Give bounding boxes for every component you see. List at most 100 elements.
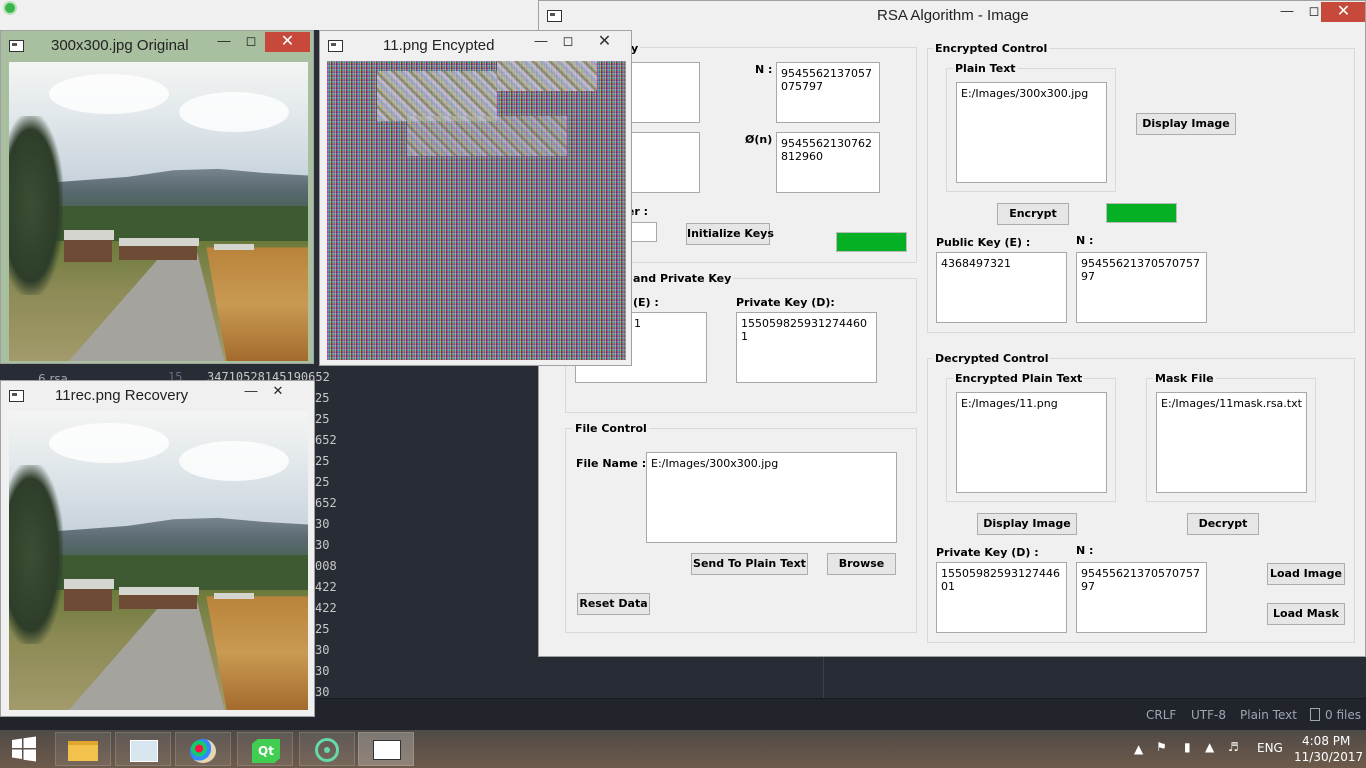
roof [214,244,254,250]
plain-text-group-label: Plain Text [953,62,1018,75]
atom-icon[interactable] [299,732,355,766]
keys-progress-bar [836,232,907,252]
paint-icon[interactable] [175,732,231,766]
flag-icon[interactable]: ⚑ [1156,740,1167,754]
original-minimize-button[interactable]: — [211,33,237,51]
load-mask-button[interactable]: Load Mask [1267,603,1345,625]
resource-monitor-icon[interactable] [115,732,171,766]
line-ending-indicator[interactable]: CRLF [1146,708,1176,722]
cloud [49,423,169,463]
code-line: 422 [315,580,337,594]
recovery-minimize-button[interactable]: — [238,383,264,401]
code-line: 25 [315,475,330,489]
decrypted-control-label: Decrypted Control [933,352,1051,365]
rsa-app-icon[interactable] [358,732,414,766]
decrypt-button[interactable]: Decrypt [1187,513,1259,535]
grammar-indicator[interactable]: Plain Text [1240,708,1297,722]
taskbar: Qt ▲ ⚑ ▮ ▲ ♬ ENG 4:08 PM 11/30/2017 [0,730,1366,768]
encrypt-progress-fill [1107,204,1176,222]
encoding-indicator[interactable]: UTF-8 [1191,708,1226,722]
original-image-window: 300x300.jpg Original — ◻ ✕ [0,30,314,364]
original-close-button[interactable]: ✕ [265,32,310,52]
encrypted-maximize-button[interactable]: ◻ [555,33,581,51]
initialize-keys-button[interactable]: Initialize Keys [686,223,774,245]
original-window-icon [9,40,24,52]
n-field[interactable]: 9545562137057075797 [776,62,880,123]
file-explorer-icon[interactable] [55,732,111,766]
original-image [9,62,308,361]
original-maximize-button[interactable]: ◻ [238,33,264,51]
encrypt-button[interactable]: Encrypt [997,203,1069,225]
minimize-button[interactable]: — [1274,3,1300,21]
code-line: 30 [315,664,330,678]
mask-file-label: Mask File [1153,372,1216,385]
private-key-label: Private Key (D): [736,296,835,309]
code-line: 25 [315,622,330,636]
recovery-maximize-button[interactable]: ✕ [265,383,291,401]
encrypted-image [327,61,626,360]
original-window-title: 300x300.jpg Original [51,37,189,54]
encrypted-plain-text-field[interactable]: E:/Images/11.png [956,392,1107,493]
mask-file-field[interactable]: E:/Images/11mask.rsa.txt [1156,392,1307,493]
code-line: 652 [315,433,337,447]
start-button[interactable] [10,736,38,762]
cloud [179,92,289,132]
original-titlebar[interactable]: 300x300.jpg Original — ◻ ✕ [1,31,313,61]
code-line: 25 [315,454,330,468]
roof [119,238,199,246]
clock-date[interactable]: 11/30/2017 [1294,750,1363,764]
load-image-button[interactable]: Load Image [1267,563,1345,585]
encrypted-close-button[interactable]: ✕ [582,32,627,52]
app-window-icon [547,10,562,22]
private-key-field[interactable]: 1550598259312744601 [736,312,877,383]
language-indicator[interactable]: ENG [1257,741,1283,755]
code-line: 422 [315,601,337,615]
trees [9,115,63,296]
n-label: N : [755,63,773,76]
house [119,595,197,609]
noise-artifact [497,61,597,91]
code-line: 30 [315,538,330,552]
code-line: 652 [315,496,337,510]
code-line: 008 [315,559,337,573]
network-icon[interactable]: ▲ [1205,740,1214,754]
plain-text-field[interactable]: E:/Images/300x300.jpg [956,82,1107,183]
recovery-image [9,411,308,710]
file-name-label: File Name : [576,457,647,470]
phi-field[interactable]: 9545562130762812960 [776,132,880,193]
trees [9,464,63,645]
dec-private-key-field[interactable]: 1550598259312744601 [936,562,1067,633]
enc-n-field[interactable]: 9545562137057075797 [1076,252,1207,323]
qt-creator-icon[interactable]: Qt [237,732,293,766]
noise-artifact [407,116,567,156]
reset-data-button[interactable]: Reset Data [577,593,650,615]
recovery-titlebar[interactable]: 11rec.png Recovery — ✕ [1,381,314,411]
decrypt-display-image-button[interactable]: Display Image [977,513,1077,535]
enc-public-key-field[interactable]: 4368497321 [936,252,1067,323]
encrypted-window-icon [328,40,343,52]
battery-icon[interactable]: ▮ [1184,740,1191,754]
browse-button[interactable]: Browse [827,553,896,575]
file-control-label: File Control [573,422,649,435]
recovery-window-title: 11rec.png Recovery [55,387,189,404]
close-button[interactable]: ✕ [1321,2,1365,22]
files-count[interactable]: 0 files [1325,708,1361,722]
main-titlebar[interactable]: RSA Algorithm - Image — ◻ ✕ [539,1,1365,31]
show-hidden-icons-icon[interactable]: ▲ [1134,742,1143,756]
cloud [179,441,289,481]
roof [64,230,114,240]
encrypted-minimize-button[interactable]: — [528,33,554,51]
enc-public-key-label: Public Key (E) : [936,236,1031,249]
house [64,240,112,262]
public-key-label: (E) : [633,296,659,309]
clock-time[interactable]: 4:08 PM [1302,734,1350,748]
file-name-field[interactable]: E:/Images/300x300.jpg [646,452,897,543]
encrypted-image-window: 11.png Encypted — ◻ ✕ [319,30,632,366]
encrypted-plain-text-label: Encrypted Plain Text [953,372,1085,385]
dec-n-field[interactable]: 9545562137057075797 [1076,562,1207,633]
encrypt-display-image-button[interactable]: Display Image [1136,113,1236,135]
volume-icon[interactable]: ♬ [1228,740,1239,754]
public-private-group-label: and Private Key [631,272,734,285]
encrypted-titlebar[interactable]: 11.png Encypted — ◻ ✕ [320,31,631,61]
send-to-plain-text-button[interactable]: Send To Plain Text [691,553,808,575]
